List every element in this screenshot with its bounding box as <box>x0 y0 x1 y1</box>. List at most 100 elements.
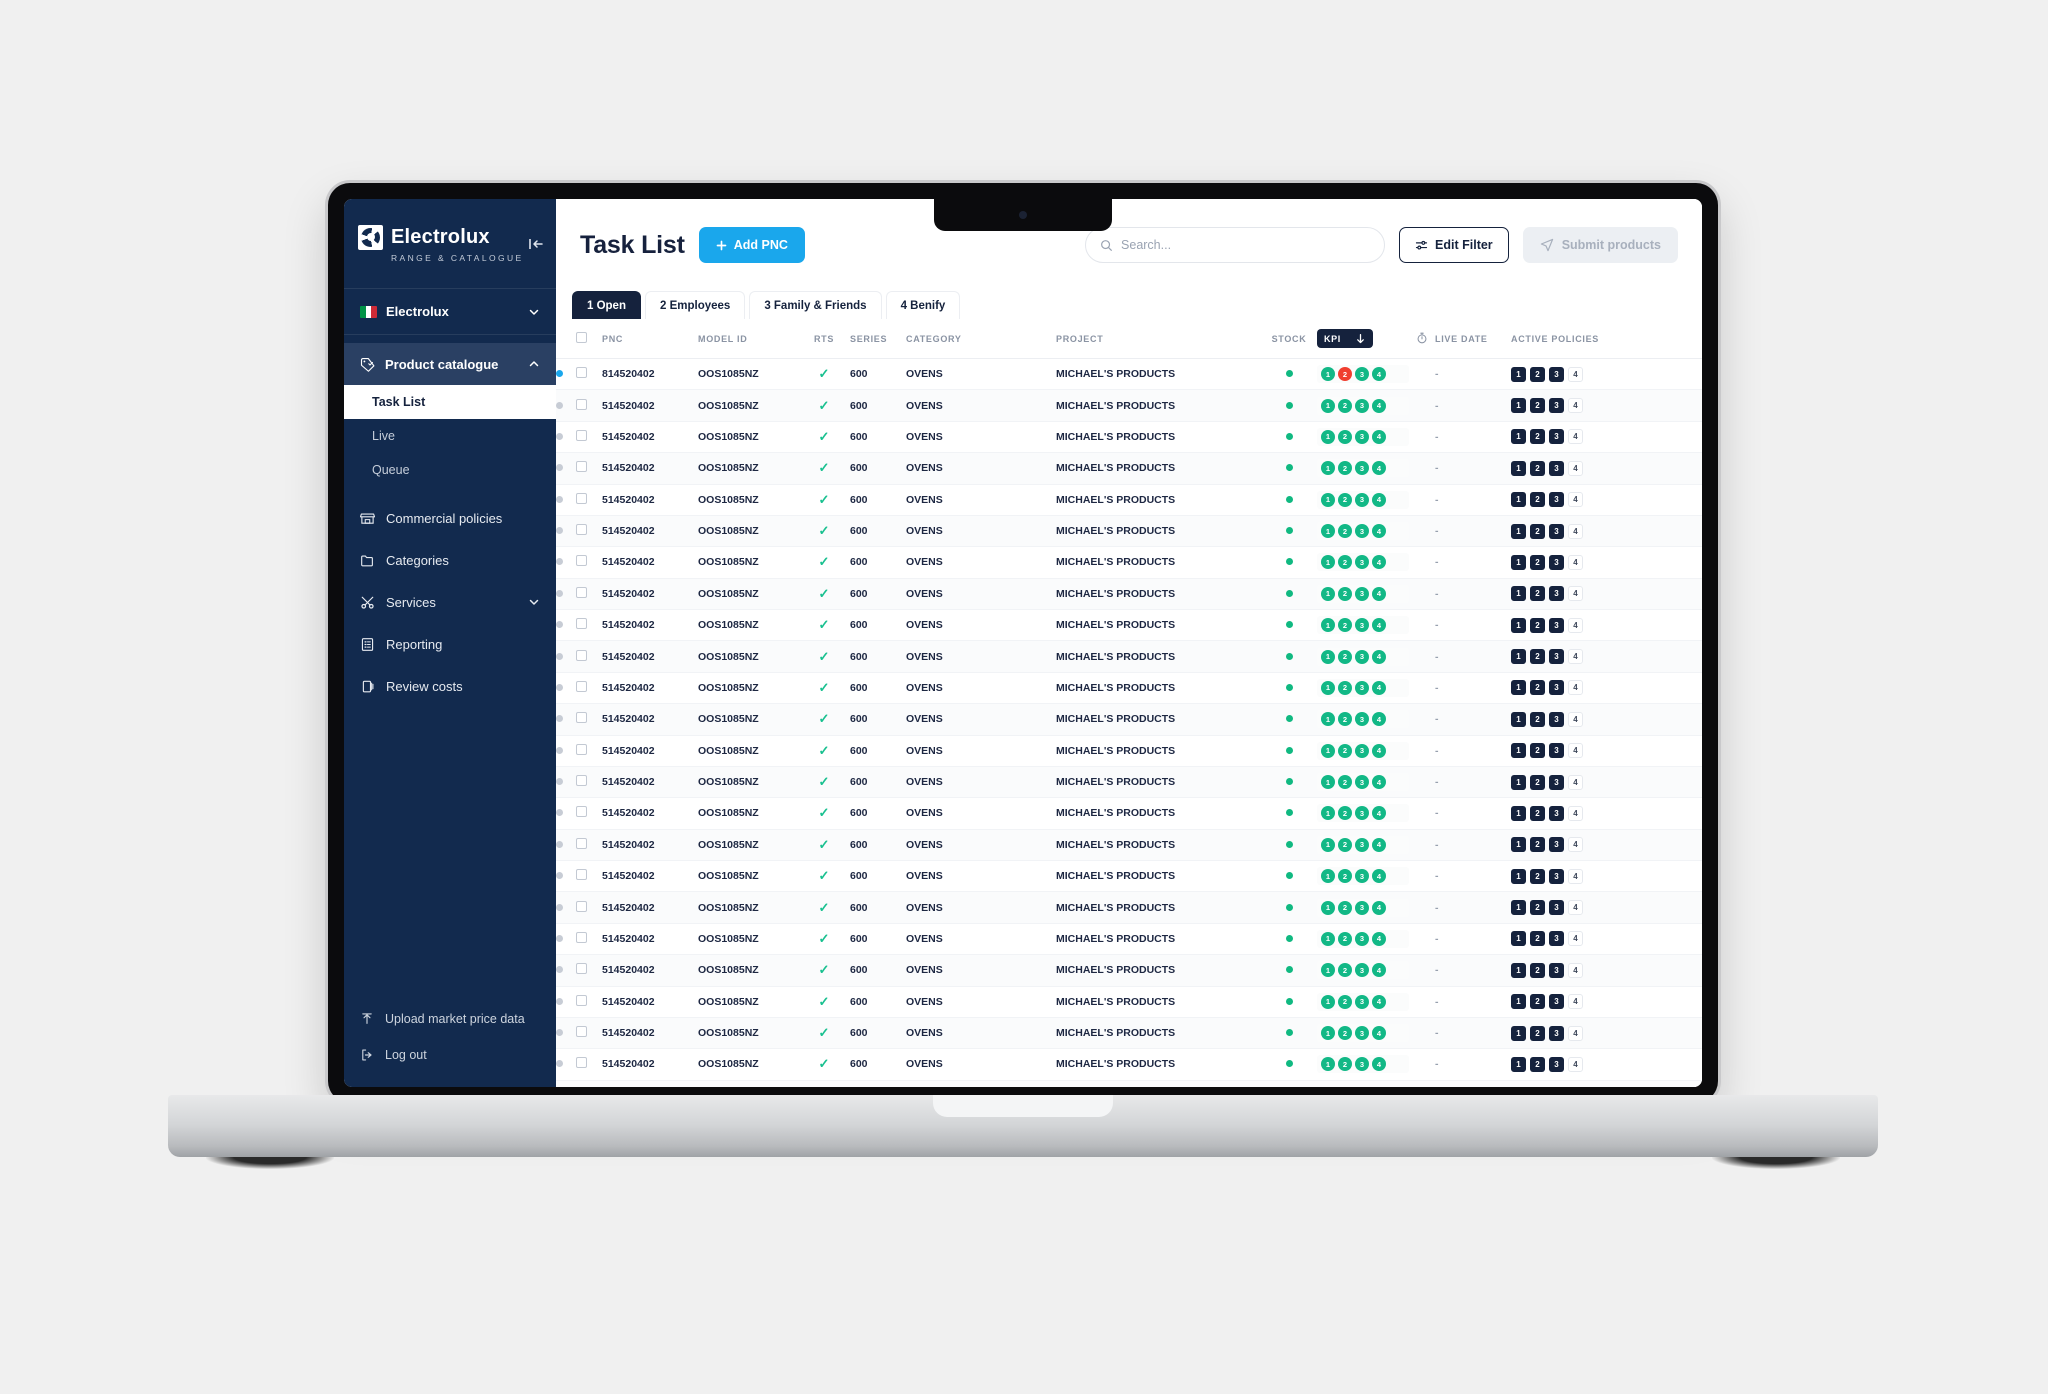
th-kpi[interactable]: KPI <box>1317 319 1409 359</box>
policy-badge[interactable]: 4 <box>1568 366 1583 382</box>
kpi-badge[interactable]: 1 <box>1321 429 1335 444</box>
sidebar-item-reporting[interactable]: Reporting <box>344 623 556 665</box>
row-checkbox[interactable] <box>576 524 587 536</box>
policy-badge[interactable]: 3 <box>1549 900 1564 916</box>
table-row[interactable]: 514520402OOS1085NZ✓600OVENSMICHAEL'S PRO… <box>556 1080 1702 1087</box>
policy-badge[interactable]: 1 <box>1511 868 1526 884</box>
table-row[interactable]: 514520402OOS1085NZ✓600OVENSMICHAEL'S PRO… <box>556 452 1702 485</box>
row-checkbox[interactable] <box>576 586 587 598</box>
kpi-badge[interactable]: 2 <box>1338 931 1352 946</box>
row-select-cell[interactable] <box>576 891 602 924</box>
policy-badge[interactable]: 3 <box>1549 649 1564 665</box>
sidebar-item-log-out[interactable]: Log out <box>344 1037 556 1073</box>
kpi-badge[interactable]: 3 <box>1355 775 1369 790</box>
policy-badge[interactable]: 2 <box>1530 649 1545 665</box>
row-checkbox[interactable] <box>576 492 587 504</box>
kpi-badge[interactable]: 2 <box>1338 461 1352 476</box>
sidebar-item-product-catalogue[interactable]: Product catalogue <box>344 343 556 385</box>
policy-badge[interactable]: 4 <box>1568 398 1583 414</box>
sidebar-item-commercial-policies[interactable]: Commercial policies <box>344 497 556 539</box>
row-select-cell[interactable] <box>576 954 602 987</box>
policy-badge[interactable]: 4 <box>1568 900 1583 916</box>
row-checkbox[interactable] <box>576 618 587 630</box>
kpi-badge[interactable]: 2 <box>1338 618 1352 633</box>
kpi-badge[interactable]: 3 <box>1355 837 1369 852</box>
policy-badge[interactable]: 1 <box>1511 837 1526 853</box>
policy-badge[interactable]: 3 <box>1549 460 1564 476</box>
kpi-badge[interactable]: 2 <box>1338 1026 1352 1041</box>
policy-badge[interactable]: 3 <box>1549 398 1564 414</box>
kpi-badge[interactable]: 3 <box>1355 743 1369 758</box>
row-checkbox[interactable] <box>576 555 587 567</box>
policy-badge[interactable]: 2 <box>1530 429 1545 445</box>
kpi-badge[interactable]: 1 <box>1321 837 1335 852</box>
kpi-badge[interactable]: 2 <box>1338 524 1352 539</box>
row-checkbox[interactable] <box>576 1026 587 1038</box>
table-row[interactable]: 814520402 OOS1085NZ ✓ 600 OVENS MICHAEL'S PRO… <box>556 358 1702 391</box>
policy-badge[interactable]: 2 <box>1530 492 1545 508</box>
kpi-badge[interactable]: 4 <box>1372 931 1386 946</box>
policy-badge[interactable]: 4 <box>1568 1056 1583 1072</box>
table-row[interactable]: 514520402OOS1085NZ✓600OVENSMICHAEL'S PRO… <box>556 515 1702 548</box>
kpi-badge[interactable]: 4 <box>1372 963 1386 978</box>
policy-badge[interactable]: 3 <box>1549 743 1564 759</box>
th-live-date[interactable]: LIVE DATE <box>1435 319 1511 359</box>
kpi-badge[interactable]: 2 <box>1338 712 1352 727</box>
policy-badge[interactable]: 1 <box>1511 743 1526 759</box>
kpi-badge[interactable]: 1 <box>1321 586 1335 601</box>
row-select-cell[interactable] <box>576 797 602 830</box>
policy-badge[interactable]: 3 <box>1549 586 1564 602</box>
row-select-cell[interactable] <box>576 578 602 611</box>
policy-badge[interactable]: 2 <box>1530 366 1545 382</box>
policy-badge[interactable]: 1 <box>1511 617 1526 633</box>
policy-badge[interactable]: 4 <box>1568 868 1583 884</box>
kpi-badge[interactable]: 3 <box>1355 555 1369 570</box>
row-select-cell[interactable] <box>576 735 602 767</box>
policy-badge[interactable]: 1 <box>1511 649 1526 665</box>
kpi-badge[interactable]: 4 <box>1372 869 1386 884</box>
policy-badge[interactable]: 4 <box>1568 554 1583 570</box>
th-stock[interactable]: STOCK <box>1261 319 1317 359</box>
policy-badge[interactable]: 1 <box>1511 460 1526 476</box>
policy-badge[interactable]: 1 <box>1511 931 1526 947</box>
policy-badge[interactable]: 1 <box>1511 1025 1526 1041</box>
kpi-badge[interactable]: 2 <box>1338 429 1352 444</box>
policy-badge[interactable]: 4 <box>1568 649 1583 665</box>
kpi-badge[interactable]: 4 <box>1372 555 1386 570</box>
policy-badge[interactable]: 1 <box>1511 711 1526 727</box>
tab-employees[interactable]: 2 Employees <box>644 291 746 319</box>
kpi-badge[interactable]: 1 <box>1321 806 1335 821</box>
table-row[interactable]: 514520402OOS1085NZ✓600OVENSMICHAEL'S PRO… <box>556 484 1702 516</box>
kpi-badge[interactable]: 1 <box>1321 367 1335 382</box>
row-select-cell[interactable] <box>576 452 602 485</box>
row-select-cell[interactable] <box>576 640 602 673</box>
th-rts[interactable]: RTS <box>798 319 850 359</box>
policy-badge[interactable]: 4 <box>1568 680 1583 696</box>
table-row[interactable]: 514520402OOS1085NZ✓600OVENSMICHAEL'S PRO… <box>556 640 1702 673</box>
policy-badge[interactable]: 2 <box>1530 554 1545 570</box>
kpi-badge[interactable]: 2 <box>1338 900 1352 915</box>
policy-badge[interactable]: 2 <box>1530 617 1545 633</box>
kpi-badge[interactable]: 4 <box>1372 900 1386 915</box>
edit-filter-button[interactable]: Edit Filter <box>1399 227 1509 263</box>
policy-badge[interactable]: 3 <box>1549 868 1564 884</box>
policy-badge[interactable]: 1 <box>1511 492 1526 508</box>
kpi-badge[interactable]: 4 <box>1372 994 1386 1009</box>
table-row[interactable]: 514520402OOS1085NZ✓600OVENSMICHAEL'S PRO… <box>556 923 1702 956</box>
kpi-badge[interactable]: 3 <box>1355 869 1369 884</box>
kpi-badge[interactable]: 1 <box>1321 775 1335 790</box>
kpi-badge[interactable]: 3 <box>1355 806 1369 821</box>
policy-badge[interactable]: 1 <box>1511 398 1526 414</box>
policy-badge[interactable]: 1 <box>1511 994 1526 1010</box>
kpi-sort-pill[interactable]: KPI <box>1317 329 1373 348</box>
policy-badge[interactable]: 1 <box>1511 429 1526 445</box>
policy-badge[interactable]: 3 <box>1549 492 1564 508</box>
th-timer[interactable] <box>1409 319 1435 359</box>
kpi-badge[interactable]: 1 <box>1321 931 1335 946</box>
kpi-badge[interactable]: 1 <box>1321 649 1335 664</box>
policy-badge[interactable]: 4 <box>1568 492 1583 508</box>
kpi-badge[interactable]: 1 <box>1321 555 1335 570</box>
th-select-all[interactable] <box>576 319 602 359</box>
policy-badge[interactable]: 2 <box>1530 398 1545 414</box>
table-row[interactable]: 514520402OOS1085NZ✓600OVENSMICHAEL'S PRO… <box>556 735 1702 767</box>
